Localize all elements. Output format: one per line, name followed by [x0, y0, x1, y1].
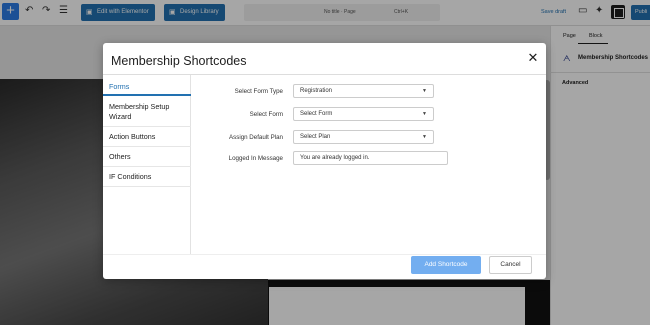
default-plan-label: Assign Default Plan: [229, 134, 283, 141]
nav-item-if-conditions[interactable]: IF Conditions: [103, 167, 191, 187]
close-icon[interactable]: ✕: [526, 51, 540, 65]
chevron-down-icon: ▼: [422, 88, 427, 94]
cancel-button[interactable]: Cancel: [489, 256, 532, 274]
form-type-value: Registration: [300, 88, 333, 94]
add-shortcode-button[interactable]: Add Shortcode: [411, 256, 481, 274]
chevron-down-icon: ▼: [422, 134, 427, 140]
logged-in-message-label: Logged In Message: [228, 155, 283, 162]
default-plan-select[interactable]: Select Plan ▼: [293, 130, 434, 144]
modal-footer-divider: [103, 254, 546, 255]
modal-title: Membership Shortcodes: [111, 54, 247, 68]
form-value: Select Form: [300, 111, 333, 117]
default-plan-value: Select Plan: [300, 134, 331, 140]
form-select[interactable]: Select Form ▼: [293, 107, 434, 121]
form-type-select[interactable]: Registration ▼: [293, 84, 434, 98]
logged-in-message-input[interactable]: You are already logged in.: [293, 151, 448, 165]
shortcode-category-nav: Forms Membership Setup Wizard Action But…: [103, 75, 191, 255]
form-label: Select Form: [249, 111, 283, 118]
membership-shortcodes-modal: Membership Shortcodes ✕ Forms Membership…: [103, 43, 546, 279]
form-type-label: Select Form Type: [234, 88, 283, 95]
chevron-down-icon: ▼: [422, 111, 427, 117]
